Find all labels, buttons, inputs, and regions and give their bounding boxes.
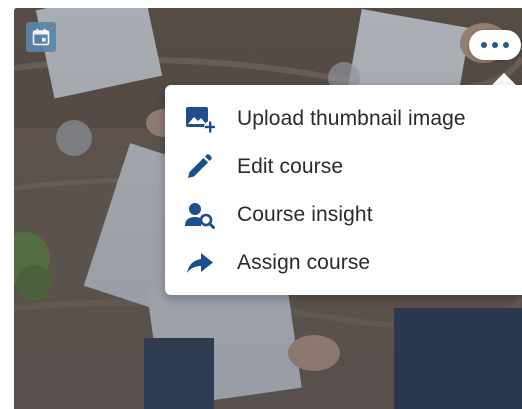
pencil-icon — [185, 152, 219, 182]
menu-item-label: Edit course — [237, 155, 344, 178]
user-search-icon — [185, 200, 219, 230]
menu-item-course-insight[interactable]: Course insight — [165, 191, 522, 239]
menu-item-label: Course insight — [237, 203, 373, 226]
menu-item-upload-thumbnail[interactable]: Upload thumbnail image — [165, 95, 522, 143]
menu-caret — [492, 73, 516, 85]
menu-item-label: Upload thumbnail image — [237, 107, 466, 130]
more-horizontal-icon — [481, 42, 509, 48]
share-arrow-icon — [185, 248, 219, 278]
menu-item-assign-course[interactable]: Assign course — [165, 239, 522, 287]
menu-item-label: Assign course — [237, 251, 371, 274]
more-options-button[interactable] — [469, 30, 521, 60]
menu-item-edit-course[interactable]: Edit course — [165, 143, 522, 191]
course-options-menu: Upload thumbnail image Edit course Cours… — [165, 85, 522, 295]
course-card: Upload thumbnail image Edit course Cours… — [14, 8, 522, 409]
calendar-icon — [26, 22, 56, 52]
image-add-icon — [185, 104, 219, 134]
